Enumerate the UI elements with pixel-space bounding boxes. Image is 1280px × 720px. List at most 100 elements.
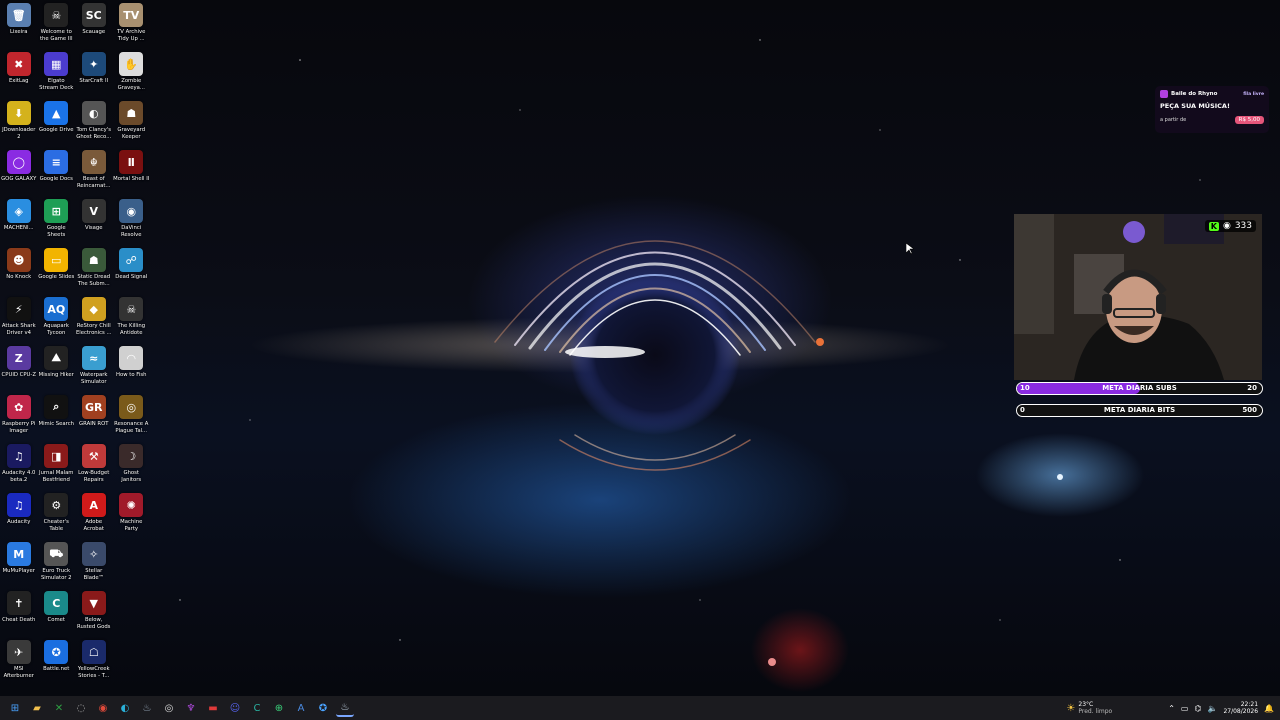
desktop-icon-label: MuMuPlayer [2, 568, 35, 574]
desktop-icon-comet[interactable]: C Comet [38, 588, 76, 637]
google-slides-icon: ▭ [44, 248, 69, 272]
notification-bell-icon[interactable]: 🔔 [1264, 704, 1274, 713]
taskbar-blue-app-icon[interactable]: A [292, 699, 310, 717]
desktop-icon-google-drive[interactable]: ▲ Google Drive [38, 98, 76, 147]
desktop-icon-raspberry-pi-imager[interactable]: ✿ Raspberry Pi Imager [0, 392, 38, 441]
desktop-icon-below-rusted-gods[interactable]: ▼ Below, Rusted Gods [75, 588, 113, 637]
davinci-resolve-icon: ◉ [119, 199, 144, 223]
desktop-icon-label: Adobe Acrobat [83, 519, 104, 532]
desktop-icon-resonance-a-plague-tal[interactable]: ◎ Resonance A Plague Tal... [113, 392, 151, 441]
desktop-icon-mimic-search[interactable]: ⌕ Mimic Search [38, 392, 76, 441]
taskbar-discord-icon[interactable]: ☺ [226, 699, 244, 717]
desktop-icon-google-docs[interactable]: ≡ Google Docs [38, 147, 76, 196]
desktop-icon-jdownloader-2[interactable]: ⬇ JDownloader 2 [0, 98, 38, 147]
desktop-icon-visage[interactable]: V Visage [75, 196, 113, 245]
desktop-icon-the-killing-antidote[interactable]: ☠ The Killing Antidote [113, 294, 151, 343]
jurnal-malam-bestfriend-icon: ◨ [44, 444, 69, 468]
weather-desc: Pred. limpo [1078, 708, 1113, 715]
taskbar-clock[interactable]: 22:21 27/08/2026 [1223, 701, 1258, 715]
taskbar-green-app-icon[interactable]: ⊕ [270, 699, 288, 717]
desktop-icon-label: Google Sheets [46, 225, 66, 238]
desktop-icon-how-to-fish[interactable]: ◠ How to Fish [113, 343, 151, 392]
desktop-icon-ghost-janitors[interactable]: ☽ Ghost Janitors [113, 441, 151, 490]
taskbar-windows-start-icon[interactable]: ⊞ [6, 699, 24, 717]
lixeira-icon: 🗑 [6, 3, 31, 27]
tray-chevron-icon[interactable]: ⌃ [1168, 704, 1175, 713]
desktop-icon-label: Resonance A Plague Tal... [114, 421, 149, 434]
desktop-icon-jurnal-malam-bestfriend[interactable]: ◨ Jurnal Malam Bestfriend [38, 441, 76, 490]
desktop-icon-cheater-s-table[interactable]: ⚙ Cheater's Table [38, 490, 76, 539]
taskbar-obs-icon[interactable]: ◎ [160, 699, 178, 717]
desktop-icon-waterpark-simulator[interactable]: ≈ Waterpark Simulator [75, 343, 113, 392]
desktop-icon-beast-of-reincarnat[interactable]: ☬ Beast of Reincarnat... [75, 147, 113, 196]
tray-monitor-icon[interactable]: ▭ [1181, 704, 1189, 713]
audacity-icon: ♫ [6, 493, 31, 517]
tray-network-icon[interactable]: ⌬ [1194, 704, 1201, 713]
desktop-icon-mortal-shell-ii[interactable]: Ⅱ Mortal Shell II [113, 147, 151, 196]
desktop-icon-graveyard-keeper[interactable]: ☗ Graveyard Keeper [113, 98, 151, 147]
desktop-icon-lixeira[interactable]: 🗑 Lixeira [0, 0, 38, 49]
desktop-icon-mumuplayer[interactable]: M MuMuPlayer [0, 539, 38, 588]
desktop-icon-audacity-4-0-beta-2[interactable]: ♫ Audacity 4.0 beta.2 [0, 441, 38, 490]
desktop-icon-scauage[interactable]: SC Scauage [75, 0, 113, 49]
taskbar-edge-icon[interactable]: ◐ [116, 699, 134, 717]
desktop-icon-gog-galaxy[interactable]: ◯ GOG GALAXY [0, 147, 38, 196]
desktop-icon-tv-archive-tidy-up[interactable]: TV TV Archive Tidy Up ... [113, 0, 151, 49]
tv-archive-tidy-up-icon: TV [119, 3, 144, 27]
desktop-icon-euro-truck-simulator-2[interactable]: ⛟ Euro Truck Simulator 2 [38, 539, 76, 588]
desktop-icon-macheni[interactable]: ◈ MACHENI... [0, 196, 38, 245]
desktop-icon-google-slides[interactable]: ▭ Google Slides [38, 245, 76, 294]
desktop-icon-no-knock[interactable]: ☻ No Knock [0, 245, 38, 294]
channel-logo-icon [1160, 90, 1168, 98]
taskbar-game-app-icon[interactable]: ♆ [182, 699, 200, 717]
desktop-icon-audacity[interactable]: ♫ Audacity [0, 490, 38, 539]
desktop-icon-welcome-to-the-game-iii[interactable]: ☠ Welcome to the Game III [38, 0, 76, 49]
taskbar-steam-active-icon[interactable]: ♨ [336, 699, 354, 717]
desktop-icon-aquapark-tycoon[interactable]: AQ Aquapark Tycoon [38, 294, 76, 343]
machine-party-icon: ✺ [119, 493, 144, 517]
taskbar-comet-icon[interactable]: C [248, 699, 266, 717]
grain-rot-icon: GR [81, 395, 106, 419]
euro-truck-simulator-2-icon: ⛟ [44, 542, 69, 566]
desktop-icon-low-budget-repairs[interactable]: ⚒ Low-Budget Repairs [75, 441, 113, 490]
subs-goal-title: META DIARIA SUBS [1102, 384, 1177, 392]
desktop-icon-static-dread-the-subm[interactable]: ☗ Static Dread The Subm... [75, 245, 113, 294]
taskbar-chrome-icon[interactable]: ◉ [94, 699, 112, 717]
starcraft-ii-icon: ✦ [81, 52, 106, 76]
taskbar-xbox-icon[interactable]: ✕ [50, 699, 68, 717]
tray-volume-icon[interactable]: 🔈 [1207, 704, 1217, 713]
desktop-icon-attack-shark-driver-v4[interactable]: ⚡ Attack Shark Driver v4 [0, 294, 38, 343]
desktop-icon-davinci-resolve[interactable]: ◉ DaVinci Resolve [113, 196, 151, 245]
elgato-stream-deck-icon: ▦ [44, 52, 69, 76]
taskbar-steam-icon[interactable]: ♨ [138, 699, 156, 717]
taskbar-battle-net-icon[interactable]: ✪ [314, 699, 332, 717]
desktop-icon-zombie-graveya[interactable]: ✋ Zombie Graveya... [113, 49, 151, 98]
desktop-icon-dead-signal[interactable]: ☍ Dead Signal [113, 245, 151, 294]
desktop-icon-msi-afterburner[interactable]: ✈ MSI Afterburner [0, 637, 38, 686]
desktop-icon-cpuid-cpu-z[interactable]: Z CPUID CPU-Z [0, 343, 38, 392]
desktop-icon-google-sheets[interactable]: ⊞ Google Sheets [38, 196, 76, 245]
taskbar-file-explorer-icon[interactable]: ▰ [28, 699, 46, 717]
desktop-icon-adobe-acrobat[interactable]: A Adobe Acrobat [75, 490, 113, 539]
desktop-icon-battle-net[interactable]: ✪ Battle.net [38, 637, 76, 686]
desktop-icon-grain-rot[interactable]: GR GRAIN ROT [75, 392, 113, 441]
taskbar-red-app-icon[interactable]: ▬ [204, 699, 222, 717]
desktop-icon-yellowcreek-stories-t[interactable]: ☖ YellowCreek Stories - T... [75, 637, 113, 686]
macheni-icon: ◈ [6, 199, 31, 223]
clock-date: 27/08/2026 [1223, 708, 1259, 715]
weather-widget[interactable]: ☀ 23°C Pred. limpo [1066, 701, 1112, 715]
desktop-icon-starcraft-ii[interactable]: ✦ StarCraft II [75, 49, 113, 98]
desktop-icon-machine-party[interactable]: ✺ Machine Party [113, 490, 151, 539]
desktop-icon-tom-clancy-s-ghost-reco[interactable]: ◐ Tom Clancy's Ghost Reco... [75, 98, 113, 147]
desktop-icon-elgato-stream-deck[interactable]: ▦ Elgato Stream Deck [38, 49, 76, 98]
subs-goal-bar: 10 META DIARIA SUBS 20 [1016, 382, 1263, 395]
desktop-icon-missing-hiker[interactable]: ⛰ Missing Hiker [38, 343, 76, 392]
desktop-icon-exitlag[interactable]: ✖ ExitLag [0, 49, 38, 98]
desktop-icon-label: Cheat Death [2, 617, 36, 623]
desktop-icon-label: Battle.net [43, 666, 70, 672]
desktop-icon-stellar-blade[interactable]: ✧ Stellar Blade™ [75, 539, 113, 588]
desktop-icon-label: Dead Signal [115, 274, 148, 280]
taskbar-chromium-icon[interactable]: ◌ [72, 699, 90, 717]
desktop-icon-cheat-death[interactable]: ✝ Cheat Death [0, 588, 38, 637]
desktop-icon-restory-chill-electronics[interactable]: ◆ ReStory Chill Electronics ... [75, 294, 113, 343]
